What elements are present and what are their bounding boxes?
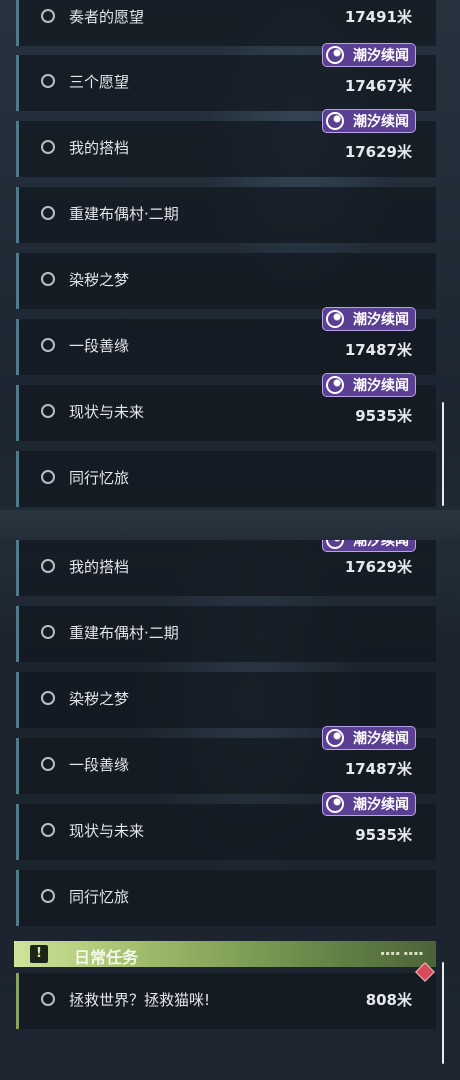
- quest-row[interactable]: 重建布偶村·二期: [16, 606, 436, 662]
- radio-circle-icon[interactable]: [41, 559, 55, 573]
- swirl-icon: [326, 376, 344, 394]
- radio-circle-icon[interactable]: [41, 74, 55, 88]
- radio-circle-icon[interactable]: [41, 404, 55, 418]
- tide-badge: 潮汐续闻: [322, 43, 416, 67]
- radio-circle-icon[interactable]: [41, 625, 55, 639]
- quest-row[interactable]: 潮汐续闻 一段善缘 17487米: [16, 307, 436, 375]
- quest-distance: 808米: [365, 991, 412, 1009]
- daily-tasks-title: 日常任务: [74, 948, 139, 967]
- quest-label: 染秽之梦: [69, 690, 130, 708]
- radio-circle-icon[interactable]: [41, 140, 55, 154]
- quest-row[interactable]: 潮汐续闻 现状与未来 9535米: [16, 792, 436, 860]
- tide-badge: 潮汐续闻: [322, 373, 416, 397]
- quest-label: 一段善缘: [69, 337, 130, 355]
- radio-circle-icon[interactable]: [41, 691, 55, 705]
- tide-badge: 潮汐续闻: [322, 792, 416, 816]
- badge-label: 潮汐续闻: [353, 540, 409, 549]
- quest-row[interactable]: 同行忆旅: [16, 870, 436, 926]
- quest-label: 我的搭档: [69, 139, 130, 157]
- quest-distance: 17629米: [344, 558, 412, 576]
- quest-distance: 17487米: [344, 760, 412, 778]
- panel-divider: [0, 510, 460, 540]
- radio-circle-icon[interactable]: [41, 889, 55, 903]
- quest-row[interactable]: 潮汐续闻 现状与未来 9535米: [16, 373, 436, 441]
- swirl-icon: [326, 310, 344, 328]
- scrollbar[interactable]: [442, 962, 444, 1064]
- quest-label: 同行忆旅: [69, 469, 130, 487]
- quest-row[interactable]: 染秽之梦: [16, 672, 436, 728]
- radio-circle-icon[interactable]: [41, 470, 55, 484]
- quest-row[interactable]: 染秽之梦: [16, 253, 436, 309]
- quest-label: 现状与未来: [69, 822, 145, 840]
- radio-circle-icon[interactable]: [41, 823, 55, 837]
- quest-label: 重建布偶村·二期: [69, 624, 179, 642]
- quest-label: 现状与未来: [69, 403, 145, 421]
- badge-label: 潮汐续闻: [353, 114, 409, 130]
- quest-row[interactable]: 奏者的愿望 17491米: [16, 0, 436, 46]
- quest-distance: 17467米: [344, 77, 412, 95]
- badge-label: 潮汐续闻: [353, 797, 409, 813]
- badge-label: 潮汐续闻: [353, 378, 409, 394]
- quest-row[interactable]: 潮汐续闻 我的搭档 17629米: [16, 540, 436, 596]
- tide-badge: 潮汐续闻: [322, 540, 416, 552]
- tide-badge: 潮汐续闻: [322, 109, 416, 133]
- quest-label: 同行忆旅: [69, 888, 130, 906]
- swirl-icon: [326, 46, 344, 64]
- tide-badge: 潮汐续闻: [322, 307, 416, 331]
- quest-label: 一段善缘: [69, 756, 130, 774]
- exclamation-icon: !: [30, 945, 48, 963]
- header-decoration: ▪▪▪▪ ▪▪▪▪: [380, 950, 424, 957]
- quest-label: 三个愿望: [69, 73, 130, 91]
- swirl-icon: [326, 729, 344, 747]
- quest-label: 重建布偶村·二期: [69, 205, 179, 223]
- daily-tasks-header[interactable]: ! 日常任务 ▪▪▪▪ ▪▪▪▪: [14, 941, 436, 967]
- quest-row[interactable]: 同行忆旅: [16, 451, 436, 507]
- quest-label: 我的搭档: [69, 558, 130, 576]
- swirl-icon: [326, 795, 344, 813]
- quest-distance: 17491米: [344, 8, 412, 26]
- radio-circle-icon[interactable]: [41, 992, 55, 1006]
- badge-label: 潮汐续闻: [353, 48, 409, 64]
- radio-circle-icon[interactable]: [41, 757, 55, 771]
- quest-label: 奏者的愿望: [69, 8, 145, 26]
- quest-label: 拯救世界？拯救猫咪!: [69, 991, 211, 1009]
- quest-row[interactable]: 潮汐续闻 一段善缘 17487米: [16, 726, 436, 794]
- badge-label: 潮汐续闻: [353, 312, 409, 328]
- radio-circle-icon[interactable]: [41, 9, 55, 23]
- daily-task-row[interactable]: 拯救世界？拯救猫咪! 808米: [16, 962, 436, 1029]
- quest-distance: 9535米: [355, 407, 412, 425]
- quest-row[interactable]: 潮汐续闻 三个愿望 17467米: [16, 43, 436, 111]
- swirl-icon: [326, 540, 344, 549]
- quest-row[interactable]: 重建布偶村·二期: [16, 187, 436, 243]
- quest-row[interactable]: 潮汐续闻 我的搭档 17629米: [16, 109, 436, 177]
- swirl-icon: [326, 112, 344, 130]
- quest-list-panel-top: 奏者的愿望 17491米 潮汐续闻 三个愿望 17467米 潮汐续闻 我的搭档 …: [0, 0, 460, 510]
- quest-distance: 17487米: [344, 341, 412, 359]
- radio-circle-icon[interactable]: [41, 338, 55, 352]
- tide-badge: 潮汐续闻: [322, 726, 416, 750]
- radio-circle-icon[interactable]: [41, 206, 55, 220]
- quest-distance: 9535米: [355, 826, 412, 844]
- quest-distance: 17629米: [344, 143, 412, 161]
- radio-circle-icon[interactable]: [41, 272, 55, 286]
- badge-label: 潮汐续闻: [353, 731, 409, 747]
- scrollbar[interactable]: [442, 402, 444, 506]
- quest-label: 染秽之梦: [69, 271, 130, 289]
